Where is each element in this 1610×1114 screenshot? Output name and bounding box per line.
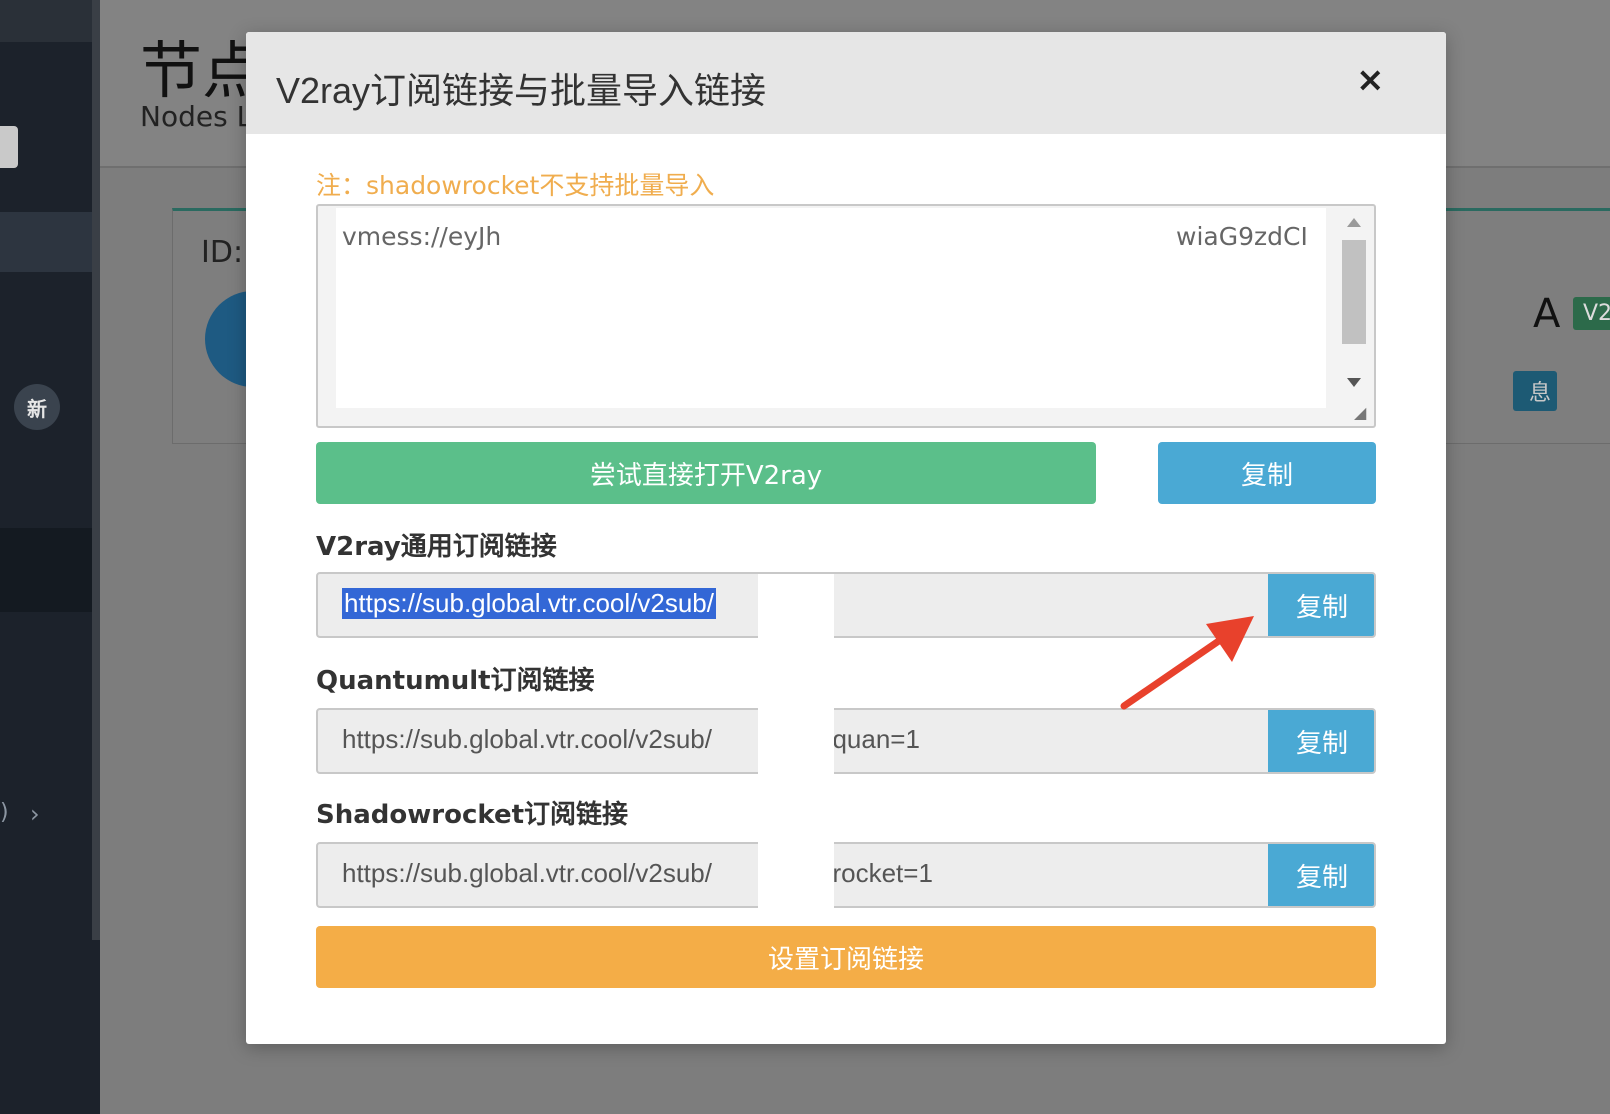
- scroll-down-icon[interactable]: [1347, 378, 1361, 387]
- node-id-label: ID:: [201, 235, 244, 270]
- sidebar-active-item[interactable]: [0, 212, 92, 272]
- v2ray-sub-label: V2ray通用订阅链接: [316, 532, 557, 562]
- quantumult-sub-label: Quantumult订阅链接: [316, 666, 595, 696]
- sidebar-scrollbar[interactable]: [92, 0, 100, 940]
- scroll-thumb[interactable]: [1342, 240, 1366, 344]
- copy-quantumult-button[interactable]: 复制: [1268, 710, 1374, 772]
- resize-handle-icon[interactable]: ◢: [1354, 404, 1372, 422]
- copy-v2ray-button[interactable]: 复制: [1268, 574, 1374, 636]
- sidebar-top-bar: [0, 0, 92, 42]
- v2ray-badge: V2ray: [1573, 297, 1610, 330]
- sidebar-item-fragment: ): [0, 800, 9, 825]
- chevron-right-icon: ›: [30, 800, 40, 828]
- redaction-overlay: [758, 574, 834, 908]
- sidebar-toggle[interactable]: [0, 126, 18, 168]
- open-v2ray-button[interactable]: 尝试直接打开V2ray: [316, 442, 1096, 504]
- textarea-line-end: wiaG9zdCI: [1176, 222, 1308, 251]
- subscription-modal: V2ray订阅链接与批量导入链接 × 注：shadowrocket不支持批量导入…: [246, 32, 1446, 1044]
- modal-header: V2ray订阅链接与批量导入链接 ×: [246, 32, 1446, 134]
- close-icon[interactable]: ×: [1356, 60, 1385, 100]
- quantumult-sub-field[interactable]: https://sub.global.vtr.cool/v2sub/ ?quan…: [316, 708, 1376, 774]
- set-subscription-button[interactable]: 设置订阅链接: [316, 926, 1376, 988]
- quantumult-sub-value[interactable]: https://sub.global.vtr.cool/v2sub/: [342, 724, 712, 755]
- sidebar-item[interactable]: [0, 528, 92, 612]
- info-button[interactable]: 息: [1513, 371, 1557, 411]
- textarea-scrollbar[interactable]: [1340, 212, 1370, 402]
- arrow-icon: [1120, 616, 1254, 710]
- copy-shadowrocket-button[interactable]: 复制: [1268, 844, 1374, 906]
- scroll-up-icon[interactable]: [1347, 218, 1361, 227]
- copy-batch-button[interactable]: 复制: [1158, 442, 1376, 504]
- shadowrocket-sub-field[interactable]: https://sub.global.vtr.cool/v2sub/ ?rock…: [316, 842, 1376, 908]
- batch-import-textarea[interactable]: vmess://eyJh wiaG9zdCI ◢: [316, 204, 1376, 428]
- new-badge: 新: [14, 384, 60, 430]
- shadowrocket-sub-value[interactable]: https://sub.global.vtr.cool/v2sub/: [342, 858, 712, 889]
- shadowrocket-sub-suffix: ?rocket=1: [818, 858, 933, 888]
- shadowrocket-sub-label: Shadowrocket订阅链接: [316, 800, 629, 830]
- modal-title: V2ray订阅链接与批量导入链接: [276, 70, 767, 111]
- page-subtitle: Nodes L: [140, 100, 253, 133]
- sidebar: 新 ) ›: [0, 0, 100, 1114]
- v2ray-sub-value[interactable]: https://sub.global.vtr.cool/v2sub/: [342, 588, 716, 619]
- warning-note: 注：shadowrocket不支持批量导入: [316, 171, 715, 200]
- node-letter: A: [1533, 291, 1561, 337]
- textarea-line-start: vmess://eyJh: [342, 222, 502, 251]
